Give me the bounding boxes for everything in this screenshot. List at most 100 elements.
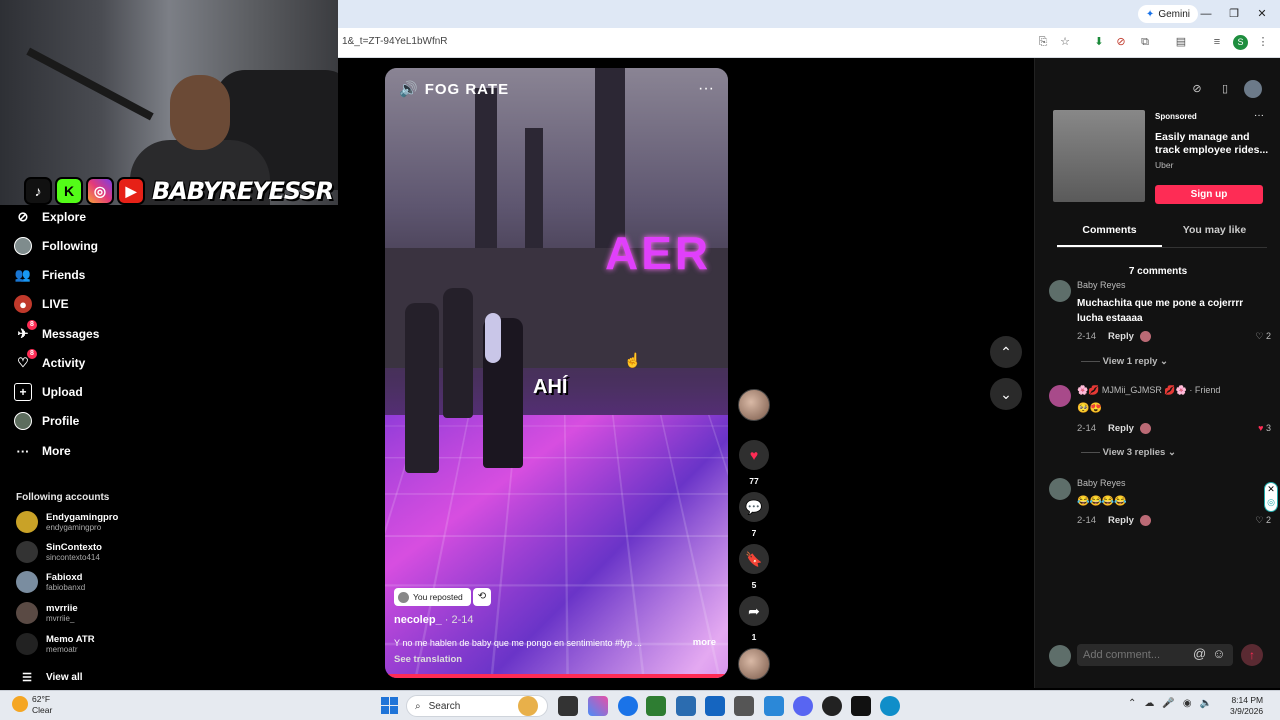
video-author[interactable]: necolep_ · 2-14 (394, 614, 474, 626)
taskbar-clock[interactable]: 8:14 PM 3/9/2026 (1230, 695, 1263, 717)
creator-avatar-button[interactable] (738, 389, 770, 421)
bookmark-star-icon[interactable]: ☆ (1058, 35, 1072, 49)
view-replies-link[interactable]: —— View 3 replies ⌄ (1081, 447, 1176, 458)
extension-download-icon[interactable]: ⬇ (1092, 35, 1106, 49)
sign-up-button[interactable]: Sign up (1155, 185, 1263, 204)
see-translation-link[interactable]: See translation (394, 654, 462, 665)
creator-avatar[interactable] (738, 389, 770, 421)
nav-item-profile[interactable]: Profile (14, 409, 79, 433)
weather-icon[interactable] (12, 696, 28, 712)
maximize-button[interactable]: ❐ (1226, 6, 1242, 22)
video-player[interactable]: AER AHÍ 🔊 FOG RATE ··· You reposted ⟲ ne… (385, 68, 728, 678)
taskbar-app-copilot[interactable] (588, 696, 608, 716)
view-all-accounts-link[interactable]: ☰ View all (18, 665, 82, 689)
close-window-button[interactable]: ✕ (1254, 6, 1270, 22)
nav-item-more[interactable]: ··· More (14, 439, 71, 463)
cloud-icon[interactable]: ☁ (1144, 698, 1154, 709)
taskbar-app-tiktok[interactable] (851, 696, 871, 716)
nav-item-following[interactable]: Following (14, 234, 98, 258)
commenter-avatar[interactable] (1049, 385, 1071, 407)
commenter-avatar[interactable] (1049, 478, 1071, 500)
user-avatar-icon[interactable] (1244, 80, 1262, 98)
commenter-name[interactable]: 🌸💋 MJMii_GJMSR 💋🌸 · Friend (1077, 385, 1220, 396)
video-progress-bar[interactable] (385, 674, 728, 678)
weather-widget[interactable]: 62°F Clear (32, 694, 52, 716)
side-widget[interactable]: ✕ ◎ (1264, 482, 1278, 512)
nav-item-friends[interactable]: 👥 Friends (14, 263, 85, 287)
microphone-icon[interactable]: 🎤 (1162, 698, 1174, 709)
share-action[interactable]: ➦ 1 (738, 596, 770, 642)
extensions-puzzle-icon[interactable]: ⧉ (1138, 35, 1152, 49)
nav-item-activity[interactable]: ♡ 8 Activity (14, 349, 85, 375)
close-icon[interactable]: ✕ (1265, 483, 1277, 496)
taskbar-app-obs[interactable] (822, 696, 842, 716)
cast-icon[interactable]: ⎘ (1036, 35, 1050, 49)
previous-video-button[interactable]: ⌃ (990, 336, 1022, 368)
reply-button[interactable]: Reply (1108, 423, 1134, 434)
gemini-button[interactable]: ✦ Gemini (1137, 5, 1198, 23)
like-action[interactable]: ♥ 77 (738, 440, 770, 486)
comment-action[interactable]: 💬 7 (738, 492, 770, 538)
taskbar-app-discord[interactable] (793, 696, 813, 716)
tab-search-icon[interactable]: ▤ (1174, 35, 1188, 49)
chevron-up-icon[interactable]: ⌃ (1128, 698, 1136, 709)
taskbar-app-outlook[interactable] (676, 696, 696, 716)
taskbar-app-cat[interactable] (518, 696, 538, 716)
following-account-item[interactable]: mvrriie mvrriie_ (16, 600, 78, 626)
following-account-item[interactable]: Memo ATR memoatr (16, 631, 95, 657)
share-arrow-icon[interactable]: ➦ (739, 596, 769, 626)
browser-menu-icon[interactable]: ⋮ (1256, 35, 1270, 49)
emoji-icon[interactable]: ☺ (1212, 646, 1225, 661)
reply-button[interactable]: Reply (1108, 331, 1134, 342)
explore-compass-icon[interactable]: ⊘ (1188, 80, 1206, 98)
taskbar-app-chrome[interactable] (618, 696, 638, 716)
comment-like[interactable]: ♡ 2 (1255, 515, 1271, 526)
save-action[interactable]: 🔖 5 (738, 544, 770, 590)
wifi-icon[interactable]: ◉ (1183, 698, 1192, 709)
nav-item-messages[interactable]: ✈ 8 Messages (14, 320, 99, 346)
taskbar-app-edge[interactable] (880, 696, 900, 716)
following-account-item[interactable]: Fabioxd fabiobanxd (16, 569, 85, 595)
taskbar-app-files[interactable] (558, 696, 578, 716)
mention-icon[interactable]: @ (1193, 646, 1206, 661)
commenter-name[interactable]: Baby Reyes (1077, 478, 1126, 488)
following-account-item[interactable]: SinContexto sincontexto414 (16, 539, 102, 565)
url-field[interactable]: 1&_t=ZT-94YeL1bWfnR (342, 36, 448, 47)
taskbar-app-network[interactable] (764, 696, 784, 716)
profile-avatar-icon[interactable]: S (1233, 35, 1248, 50)
windows-start-icon[interactable] (381, 697, 398, 714)
taskbar-app-cube[interactable] (734, 696, 754, 716)
commenter-name[interactable]: Baby Reyes (1077, 280, 1126, 290)
taskbar-app-facebook[interactable] (705, 696, 725, 716)
video-more-options-icon[interactable]: ··· (698, 80, 714, 98)
following-account-item[interactable]: Endygamingpro endygamingpro (16, 509, 118, 535)
send-comment-button[interactable]: ↑ (1241, 644, 1263, 666)
ad-options-icon[interactable]: ··· (1254, 110, 1264, 121)
tab-comments[interactable]: Comments (1057, 224, 1162, 247)
comment-bubble-icon[interactable]: 💬 (739, 492, 769, 522)
taskbar-app-excel[interactable] (646, 696, 666, 716)
next-video-button[interactable]: ⌄ (990, 378, 1022, 410)
comment-like[interactable]: ♡ 2 (1255, 331, 1271, 342)
ad-thumbnail[interactable] (1053, 110, 1145, 202)
tab-you-may-like[interactable]: You may like (1162, 224, 1267, 247)
nav-item-live[interactable]: ● LIVE (14, 292, 69, 316)
reply-button[interactable]: Reply (1108, 515, 1134, 526)
device-icon[interactable]: ▯ (1216, 80, 1234, 98)
description-more-link[interactable]: more (693, 637, 716, 648)
view-replies-link[interactable]: —— View 1 reply ⌄ (1081, 356, 1168, 367)
author-username[interactable]: necolep_ (394, 614, 442, 626)
nav-item-explore[interactable]: ⊘ Explore (14, 205, 86, 229)
volume-icon[interactable]: 🔊 (399, 80, 419, 98)
ad-title[interactable]: Easily manage and track employee rides..… (1155, 131, 1270, 157)
sound-disc-avatar[interactable] (738, 648, 770, 680)
commenter-avatar[interactable] (1049, 280, 1071, 302)
bookmark-icon[interactable]: 🔖 (739, 544, 769, 574)
reading-list-icon[interactable]: ≡ (1210, 35, 1224, 49)
widget-icon[interactable]: ◎ (1265, 496, 1277, 509)
comment-like[interactable]: ♥ 3 (1258, 423, 1271, 433)
volume-icon[interactable]: 🔈 (1200, 698, 1212, 709)
sound-avatar-button[interactable] (738, 648, 770, 680)
extension-block-icon[interactable]: ⊘ (1114, 35, 1128, 49)
heart-icon[interactable]: ♥ (739, 440, 769, 470)
